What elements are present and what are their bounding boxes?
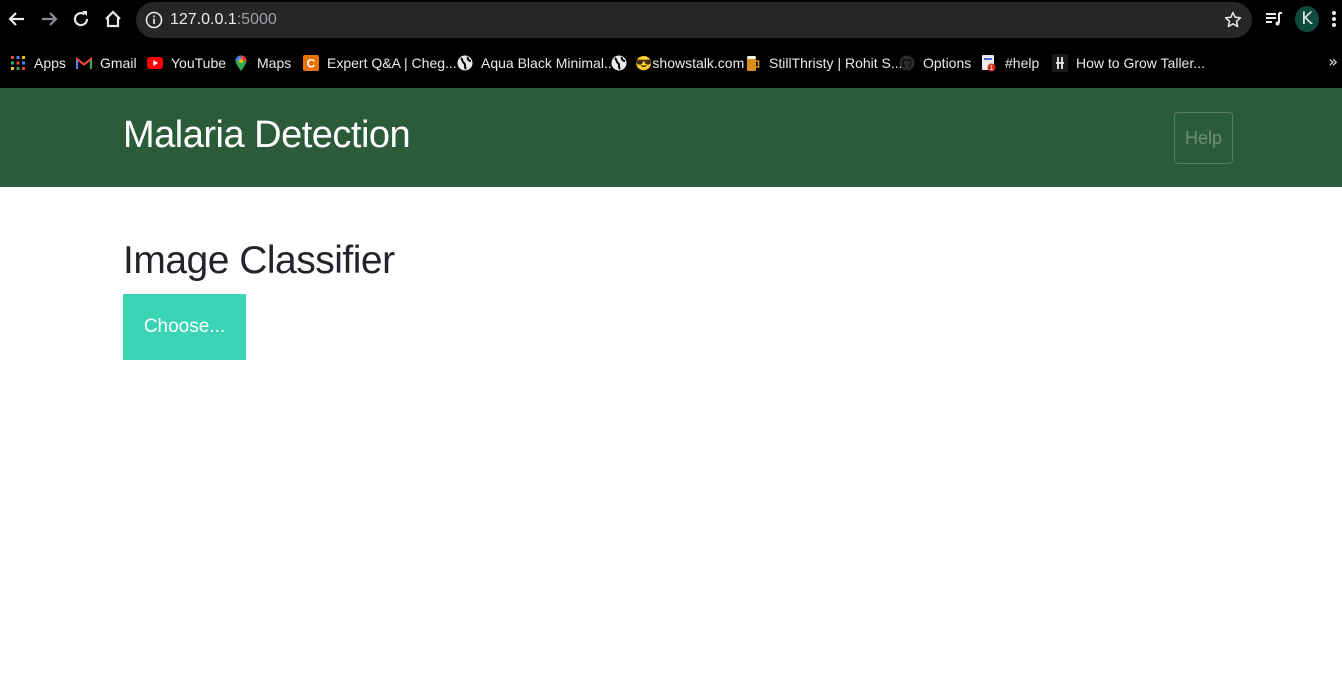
bookmark-label: #help [1005, 55, 1040, 71]
reading-list-icon[interactable] [1259, 4, 1289, 34]
bookmark-gmail[interactable]: Gmail [76, 52, 137, 74]
url-text: 127.0.0.1:5000 [170, 10, 277, 30]
bookmark-maps[interactable]: Maps [233, 52, 291, 74]
bookmark-label: Aqua Black Minimal... [481, 55, 616, 71]
bookmark-youtube[interactable]: YouTube [147, 52, 226, 74]
globe-icon [457, 55, 473, 71]
help-button[interactable]: Help [1174, 112, 1233, 164]
hashnode-icon [1052, 54, 1068, 72]
bookmark-aqua-black[interactable]: Aqua Black Minimal... [457, 52, 616, 74]
github-icon [899, 55, 915, 71]
bookmark-label: StillThristy | Rohit S... [769, 55, 903, 71]
globe-icon [611, 55, 627, 71]
brand-title[interactable]: Malaria Detection [123, 110, 411, 160]
url-host: 127.0.0.1 [170, 11, 237, 28]
bookmark-chegg[interactable]: C Expert Q&A | Cheg... [303, 52, 457, 74]
svg-text:1: 1 [990, 65, 994, 72]
kebab-menu-icon[interactable] [1326, 4, 1342, 34]
page-heading: Image Classifier [123, 239, 395, 282]
choose-file-button[interactable]: Choose... [123, 294, 246, 360]
browser-toolbar: 127.0.0.1:5000 K [0, 0, 1342, 40]
bookmark-label: Maps [257, 55, 292, 71]
bookmark-showstalk[interactable]: 😎showstalk.com [611, 52, 744, 74]
reload-icon[interactable] [66, 4, 96, 34]
bookmarks-bar: Apps Gmail YouTube Maps C Expert Q&A | C… [0, 40, 1342, 88]
back-arrow-icon[interactable] [2, 4, 32, 34]
home-icon[interactable] [98, 4, 128, 34]
gmail-icon [76, 55, 92, 71]
maps-pin-icon [233, 55, 249, 71]
youtube-icon [147, 55, 163, 71]
address-bar[interactable]: 127.0.0.1:5000 [136, 2, 1252, 38]
bookmark-label: Expert Q&A | Cheg... [327, 55, 457, 71]
bookmark-label: Options [923, 55, 972, 71]
help-page-icon: 1 [981, 55, 997, 72]
bookmark-label: 😎showstalk.com [635, 54, 745, 71]
bookmark-help[interactable]: 1 #help [981, 52, 1039, 74]
beer-mug-icon [745, 55, 761, 71]
chegg-icon: C [303, 55, 319, 71]
svg-text:C: C [307, 57, 316, 71]
bookmark-apps[interactable]: Apps [10, 52, 66, 74]
bookmark-label: Apps [34, 55, 66, 71]
site-info-icon[interactable] [144, 10, 164, 30]
apps-grid-icon [10, 55, 26, 71]
url-port: :5000 [236, 11, 277, 28]
bookmark-label: YouTube [171, 55, 227, 71]
bookmark-grow-taller[interactable]: How to Grow Taller... [1052, 52, 1205, 74]
profile-avatar[interactable]: K [1295, 6, 1319, 32]
forward-arrow-icon[interactable] [34, 4, 64, 34]
bookmark-star-icon[interactable] [1222, 9, 1244, 31]
site-navbar: Malaria Detection Help [0, 88, 1342, 187]
bookmarks-overflow-chevron[interactable]: » [1328, 52, 1338, 71]
bookmark-label: Gmail [100, 55, 137, 71]
bookmark-label: How to Grow Taller... [1076, 55, 1205, 71]
bookmark-stillthristy[interactable]: StillThristy | Rohit S... [745, 52, 903, 74]
bookmark-options[interactable]: Options [899, 52, 971, 74]
